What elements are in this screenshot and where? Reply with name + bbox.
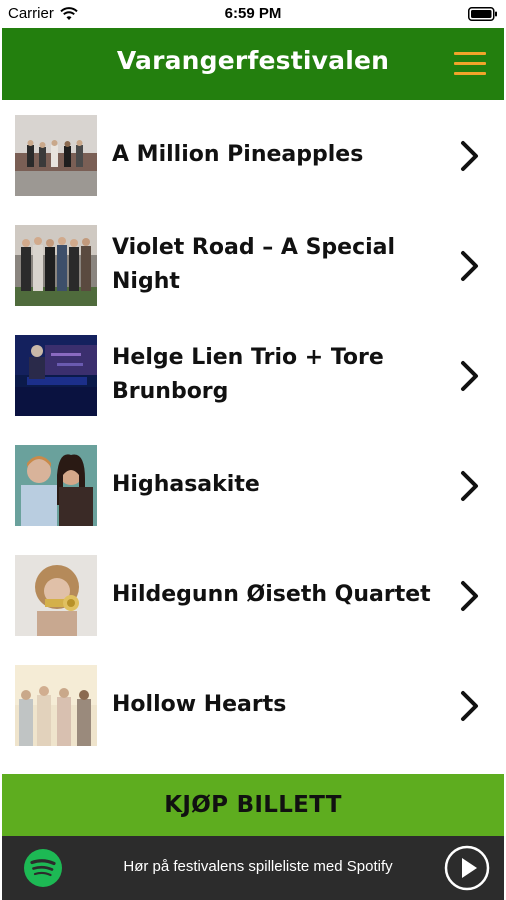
buy-ticket-button[interactable]: KJØP BILLETT <box>2 774 504 836</box>
chevron-right-icon <box>461 691 478 721</box>
event-title: A Million Pineapples <box>112 142 364 167</box>
chevron-right-icon <box>461 471 478 501</box>
event-thumbnail <box>15 225 97 306</box>
spotify-logo-icon <box>24 849 62 887</box>
list-item-event[interactable]: A Million Pineapples <box>2 100 504 210</box>
event-title: Violet Road – A Special Night <box>112 235 396 294</box>
battery-icon <box>468 7 497 21</box>
list-item-event[interactable]: Violet Road – A Special Night <box>2 210 504 320</box>
list-item-event[interactable]: Hollow Hearts <box>2 650 504 760</box>
event-title: Hildegunn Øiseth Quartet <box>112 582 431 607</box>
event-title: Helge Lien Trio + Tore Brunborg <box>112 345 384 404</box>
event-thumbnail <box>15 445 97 526</box>
spotify-playlist-text: Hør på festivalens spilleliste med Spoti… <box>123 858 393 875</box>
event-title: Highasakite <box>112 472 260 497</box>
list-item-event[interactable]: Helge Lien Trio + Tore Brunborg <box>2 320 504 430</box>
play-icon[interactable] <box>444 845 490 891</box>
status-time: 6:59 PM <box>224 5 282 22</box>
list-item-event[interactable]: Highasakite <box>2 430 504 540</box>
nav-bar: Varangerfestivalen <box>2 28 504 100</box>
chevron-right-icon <box>461 251 478 281</box>
app-screen: Carrier 6:59 PM Varangerfestivalen A Mil… <box>0 0 506 900</box>
list-item-event[interactable]: Hildegunn Øiseth Quartet <box>2 540 504 650</box>
page-title: Varangerfestivalen <box>116 46 390 75</box>
event-list: A Million Pineapples Violet Road – A Spe… <box>2 100 504 774</box>
status-bar: Carrier 6:59 PM <box>0 0 506 28</box>
event-thumbnail <box>15 115 97 196</box>
hamburger-menu-icon[interactable] <box>454 50 486 78</box>
event-thumbnail <box>15 665 97 746</box>
event-title: Hollow Hearts <box>112 692 287 717</box>
chevron-right-icon <box>461 581 478 611</box>
spotify-bar[interactable]: Hør på festivalens spilleliste med Spoti… <box>2 836 504 900</box>
event-thumbnail <box>15 555 97 636</box>
chevron-right-icon <box>461 141 478 171</box>
event-thumbnail <box>15 335 97 416</box>
chevron-right-icon <box>461 361 478 391</box>
